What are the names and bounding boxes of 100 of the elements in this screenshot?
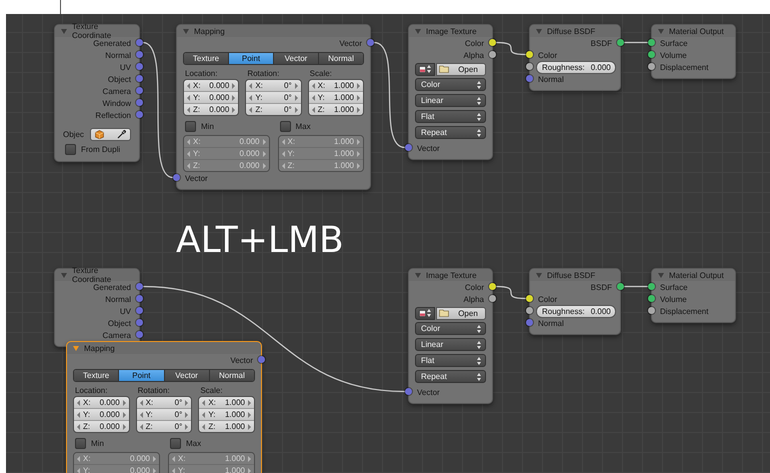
mapping-tab[interactable]: Vector xyxy=(274,53,319,64)
collapse-triangle-icon[interactable] xyxy=(61,272,67,278)
dropdown[interactable]: Repeat xyxy=(415,126,486,139)
open-button[interactable]: Open xyxy=(436,306,486,320)
number-field[interactable]: Y: 0.000 xyxy=(184,92,238,104)
node-socket[interactable] xyxy=(136,39,143,46)
dropdown[interactable]: Repeat xyxy=(415,370,486,383)
node-socket[interactable] xyxy=(136,319,143,326)
roughness-field[interactable]: Roughness: 0.000 xyxy=(536,304,616,318)
node-socket[interactable] xyxy=(136,99,143,106)
node-socket[interactable] xyxy=(526,51,533,58)
number-field[interactable]: X: 0° xyxy=(246,80,301,92)
node-panel[interactable]: Diffuse BSDF BSDF Color Roughness: 0.000 Normal xyxy=(529,268,621,335)
node-panel[interactable]: Material Output Surface Volume Displacement xyxy=(651,24,736,79)
node-panel[interactable]: Texture Coordinate Generated Normal UV Object Camera xyxy=(54,268,140,347)
image-type-button[interactable] xyxy=(415,62,435,76)
collapse-triangle-icon[interactable] xyxy=(61,28,67,34)
node-socket[interactable] xyxy=(136,63,143,70)
node-socket[interactable] xyxy=(489,39,496,46)
node-socket[interactable] xyxy=(617,283,624,290)
node-socket[interactable] xyxy=(526,63,533,70)
mapping-tab[interactable]: Vector xyxy=(164,370,210,381)
checkbox[interactable] xyxy=(170,438,181,448)
number-field[interactable]: Z: 1.000 xyxy=(308,104,363,115)
node-socket[interactable] xyxy=(367,39,374,46)
collapse-triangle-icon[interactable] xyxy=(658,28,664,34)
checkbox[interactable] xyxy=(185,120,196,132)
mapping-tab[interactable]: Texture xyxy=(74,370,120,381)
node-socket[interactable] xyxy=(489,51,496,58)
dropdown[interactable]: Linear xyxy=(415,338,486,351)
checkbox[interactable] xyxy=(280,120,290,132)
node-panel[interactable]: Material Output Surface Volume Displacement xyxy=(651,268,736,323)
node-socket[interactable] xyxy=(648,283,655,290)
collapse-triangle-icon[interactable] xyxy=(415,272,421,278)
collapse-triangle-icon[interactable] xyxy=(536,28,542,34)
mapping-tab[interactable]: Texture xyxy=(184,53,229,64)
collapse-triangle-icon[interactable] xyxy=(536,272,542,278)
node-socket[interactable] xyxy=(489,295,496,302)
number-field[interactable]: Z: 0° xyxy=(246,104,301,115)
open-button[interactable]: Open xyxy=(436,62,486,76)
node-socket[interactable] xyxy=(136,283,143,290)
mapping-tab[interactable]: Normal xyxy=(210,370,254,381)
object-field[interactable] xyxy=(90,128,131,141)
number-field[interactable]: Y: 1.000 xyxy=(199,409,254,421)
node-socket[interactable] xyxy=(526,295,533,302)
node-panel[interactable]: Mapping Vector Texture Point Vector Normal Location: X: 0.000 Y: 0.000 Z: 0.000 Rotation: X: 0° Y: 0° Z: 0° Scale: X: 1.000 Y: 1.000 Z: 1.000 Min X: 0.000 Y: 0.000 Max X: 1.000 Y: 1.000 xyxy=(66,341,262,473)
image-type-button[interactable] xyxy=(415,306,435,320)
node-socket[interactable] xyxy=(258,356,265,363)
node-panel[interactable]: Texture Coordinate Generated Normal UV Object Camera Window Reflection Objec From Dupli xyxy=(54,24,140,162)
mapping-tab[interactable]: Point xyxy=(229,53,274,64)
node-socket[interactable] xyxy=(648,295,655,302)
dropdown[interactable]: Flat xyxy=(415,354,486,367)
checkbox[interactable] xyxy=(65,144,76,154)
node-socket[interactable] xyxy=(648,39,655,46)
roughness-field[interactable]: Roughness: 0.000 xyxy=(536,60,616,74)
node-panel[interactable]: Image Texture Color Alpha Open Color Linear Flat Repeat Vector xyxy=(408,24,493,160)
node-socket[interactable] xyxy=(136,295,143,302)
number-field[interactable]: X: 1.000 xyxy=(308,80,363,92)
node-socket[interactable] xyxy=(648,63,655,70)
node-socket[interactable] xyxy=(173,174,180,181)
number-field[interactable]: Y: 0° xyxy=(246,92,301,104)
collapse-triangle-icon[interactable] xyxy=(183,28,189,34)
number-field[interactable]: X: 0.000 xyxy=(74,397,129,409)
node-socket[interactable] xyxy=(136,111,143,118)
number-field[interactable]: X: 0° xyxy=(136,397,192,409)
node-socket[interactable] xyxy=(405,388,412,395)
number-field[interactable]: Z: 0.000 xyxy=(184,104,238,115)
node-socket[interactable] xyxy=(489,283,496,290)
dropdown[interactable]: Color xyxy=(415,322,486,335)
dropdown[interactable]: Color xyxy=(415,78,486,91)
dropdown[interactable]: Linear xyxy=(415,94,486,107)
node-socket[interactable] xyxy=(136,75,143,82)
number-field[interactable]: Z: 1.000 xyxy=(199,421,254,432)
node-socket[interactable] xyxy=(526,319,533,326)
number-field[interactable]: Y: 0° xyxy=(136,409,192,421)
node-socket[interactable] xyxy=(526,75,533,82)
mapping-tab[interactable]: Point xyxy=(119,370,164,381)
mapping-tab[interactable]: Normal xyxy=(319,53,363,64)
collapse-triangle-icon[interactable] xyxy=(415,28,421,34)
dropdown[interactable]: Flat xyxy=(415,110,486,123)
number-field[interactable]: X: 1.000 xyxy=(199,397,254,409)
number-field[interactable]: X: 0.000 xyxy=(184,80,238,92)
checkbox[interactable] xyxy=(75,438,86,448)
node-socket[interactable] xyxy=(136,331,143,338)
node-socket[interactable] xyxy=(136,307,143,314)
number-field[interactable]: Z: 0.000 xyxy=(74,421,129,432)
node-panel[interactable] xyxy=(176,24,371,190)
node-panel[interactable]: Image Texture Color Alpha Open Color Linear Flat Repeat Vector xyxy=(408,268,493,404)
node-panel[interactable]: Diffuse BSDF BSDF Color Roughness: 0.000 Normal xyxy=(529,24,621,91)
node-socket[interactable] xyxy=(526,307,533,314)
collapse-triangle-icon[interactable] xyxy=(658,272,664,278)
collapse-triangle-icon[interactable] xyxy=(73,346,79,350)
node-socket[interactable] xyxy=(617,39,624,46)
node-socket[interactable] xyxy=(136,51,143,58)
node-socket[interactable] xyxy=(405,144,412,151)
number-field[interactable]: Y: 1.000 xyxy=(308,92,363,104)
node-socket[interactable] xyxy=(648,307,655,314)
number-field[interactable]: Z: 0° xyxy=(136,421,192,432)
node-socket[interactable] xyxy=(648,51,655,58)
number-field[interactable]: Y: 0.000 xyxy=(74,409,129,421)
